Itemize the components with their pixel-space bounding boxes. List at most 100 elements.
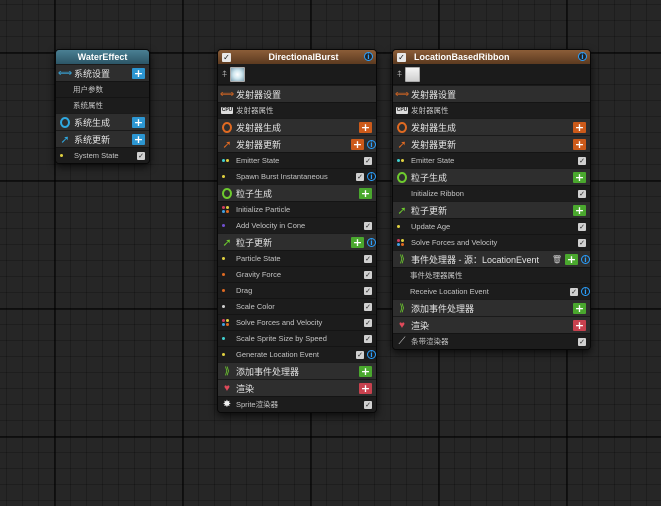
scale-color-row[interactable]: Scale Color ✓ <box>218 298 376 314</box>
ribbon-renderer-row[interactable]: ⟋ 条带渲染器 ✓ <box>393 333 590 349</box>
solve-forces-checkbox[interactable]: ✓ <box>578 238 586 247</box>
emitter-state-row[interactable]: Emitter State ✓ <box>218 152 376 168</box>
event-handler-row[interactable]: ⟫ 事件处理器 - 源：LocationEvent 🗑 + i <box>393 250 590 267</box>
emitter-thumbnail[interactable] <box>230 66 246 82</box>
update-age-checkbox[interactable]: ✓ <box>578 222 586 231</box>
add-particle-update-button[interactable]: + <box>573 204 586 216</box>
add-velocity-cone-row[interactable]: Add Velocity in Cone ✓ <box>218 217 376 233</box>
receive-location-event-row[interactable]: Receive Location Event ✓ i <box>393 283 590 299</box>
add-renderer-button[interactable]: + <box>573 319 586 331</box>
solve-forces-checkbox[interactable]: ✓ <box>364 318 372 327</box>
add-event-handler-button[interactable]: + <box>359 365 372 377</box>
emitter-spawn-row[interactable]: 发射器生成 + <box>218 118 376 135</box>
emitter-state-row[interactable]: Emitter State ✓ <box>393 152 590 168</box>
info-icon[interactable]: i <box>578 52 587 61</box>
emitter-spawn-label: 发射器生成 <box>411 122 457 133</box>
add-event-handler-row[interactable]: ⟫ 添加事件处理器 + <box>218 362 376 379</box>
receive-location-event-checkbox[interactable]: ✓ <box>570 287 578 296</box>
emitter-settings-row[interactable]: ⟺ 发射器设置 <box>393 85 590 102</box>
update-age-row[interactable]: Update Age ✓ <box>393 218 590 234</box>
emitter-state-checkbox[interactable]: ✓ <box>364 156 372 165</box>
particle-state-row[interactable]: Particle State ✓ <box>218 250 376 266</box>
emitter-enable-checkbox[interactable]: ✓ <box>222 52 231 62</box>
render-row[interactable]: ♥ 渲染 + <box>393 316 590 333</box>
initialize-ribbon-row[interactable]: Initialize Ribbon ✓ <box>393 185 590 201</box>
generate-location-event-checkbox[interactable]: ✓ <box>356 350 364 359</box>
add-particle-spawn-button[interactable]: + <box>573 171 586 183</box>
drag-checkbox[interactable]: ✓ <box>364 286 372 295</box>
trash-icon[interactable]: 🗑 <box>552 255 562 264</box>
solve-forces-row[interactable]: Solve Forces and Velocity ✓ <box>393 234 590 250</box>
emitter-props-row[interactable]: CPU 发射器属性 <box>393 102 590 118</box>
emitter-props-row[interactable]: CPU 发射器属性 <box>218 102 376 118</box>
add-event-module-button[interactable]: + <box>565 253 578 265</box>
gravity-force-checkbox[interactable]: ✓ <box>364 270 372 279</box>
emitter-node-header[interactable]: ✓ DirectionalBurst i <box>218 50 376 64</box>
pin-icon[interactable]: ⍏ <box>222 69 227 80</box>
emitter-state-checkbox[interactable]: ✓ <box>578 156 586 165</box>
add-system-spawn-button[interactable]: + <box>132 116 145 128</box>
emitter-node-header[interactable]: ✓ LocationBasedRibbon i <box>393 50 590 64</box>
info-icon[interactable]: i <box>367 350 376 359</box>
scale-color-checkbox[interactable]: ✓ <box>364 302 372 311</box>
add-event-handler-row[interactable]: ⟫ 添加事件处理器 + <box>393 299 590 316</box>
user-params-row[interactable]: 用户参数 <box>56 81 149 97</box>
sprite-renderer-checkbox[interactable]: ✓ <box>364 400 372 409</box>
initialize-ribbon-checkbox[interactable]: ✓ <box>578 189 586 198</box>
scale-sprite-row[interactable]: Scale Sprite Size by Speed ✓ <box>218 330 376 346</box>
info-icon[interactable]: i <box>581 287 590 296</box>
add-renderer-button[interactable]: + <box>359 382 372 394</box>
solve-forces-row[interactable]: Solve Forces and Velocity ✓ <box>218 314 376 330</box>
particle-update-row[interactable]: ➚ 粒子更新 + <box>393 201 590 218</box>
event-handler-props-row[interactable]: 事件处理器属性 <box>393 267 590 283</box>
sprite-renderer-row[interactable]: ✸ Sprite渲染器 ✓ <box>218 396 376 412</box>
info-icon[interactable]: i <box>367 237 376 247</box>
spawn-burst-row[interactable]: Spawn Burst Instantaneous ✓ i <box>218 168 376 184</box>
info-icon[interactable]: i <box>367 139 376 149</box>
system-state-checkbox[interactable]: ✓ <box>137 151 145 160</box>
gravity-force-row[interactable]: Gravity Force ✓ <box>218 266 376 282</box>
scale-sprite-checkbox[interactable]: ✓ <box>364 334 372 343</box>
system-node-header[interactable]: WaterEffect <box>56 50 149 64</box>
emitter-spawn-row[interactable]: 发射器生成 + <box>393 118 590 135</box>
add-velocity-cone-checkbox[interactable]: ✓ <box>364 221 372 230</box>
add-particle-spawn-button[interactable]: + <box>359 187 372 199</box>
emitter-update-row[interactable]: ➚ 发射器更新 + <box>393 135 590 152</box>
add-event-handler-button[interactable]: + <box>573 302 586 314</box>
particle-state-checkbox[interactable]: ✓ <box>364 254 372 263</box>
add-system-setting-button[interactable]: + <box>132 67 145 79</box>
particle-update-row[interactable]: ➚ 粒子更新 + i <box>218 233 376 250</box>
system-spawn-row[interactable]: 系统生成 + <box>56 113 149 130</box>
emitter-thumbnail[interactable] <box>405 66 421 82</box>
particle-spawn-row[interactable]: 粒子生成 + <box>218 184 376 201</box>
spawn-burst-checkbox[interactable]: ✓ <box>356 172 364 181</box>
add-emitter-update-button[interactable]: + <box>573 138 586 150</box>
add-particle-update-button[interactable]: + <box>351 236 364 248</box>
initialize-particle-row[interactable]: Initialize Particle <box>218 201 376 217</box>
emitter-update-row[interactable]: ➚ 发射器更新 + i <box>218 135 376 152</box>
system-state-row[interactable]: System State ✓ <box>56 147 149 163</box>
add-system-update-button[interactable]: + <box>132 133 145 145</box>
emitter-state-label: Emitter State <box>411 156 455 165</box>
add-emitter-spawn-button[interactable]: + <box>359 121 372 133</box>
emitter-node-locationbasedribbon[interactable]: ✓ LocationBasedRibbon i ⍏ ⟺ 发射器设置 CPU 发射… <box>392 49 591 350</box>
info-icon[interactable]: i <box>367 172 376 181</box>
emitter-enable-checkbox[interactable]: ✓ <box>397 52 406 62</box>
particle-spawn-row[interactable]: 粒子生成 + <box>393 168 590 185</box>
system-update-row[interactable]: ➚ 系统更新 + <box>56 130 149 147</box>
system-node-watereffect[interactable]: WaterEffect ⟺ 系统设置 + 用户参数 系统属性 系统生成 + ➚ … <box>55 49 150 164</box>
drag-row[interactable]: Drag ✓ <box>218 282 376 298</box>
generate-location-event-row[interactable]: Generate Location Event ✓ i <box>218 346 376 362</box>
emitter-settings-row[interactable]: ⟺ 发射器设置 <box>218 85 376 102</box>
pin-icon[interactable]: ⍏ <box>397 69 402 80</box>
render-row[interactable]: ♥ 渲染 + <box>218 379 376 396</box>
add-emitter-spawn-button[interactable]: + <box>573 121 586 133</box>
system-settings-row[interactable]: ⟺ 系统设置 + <box>56 64 149 81</box>
add-emitter-update-button[interactable]: + <box>351 138 364 150</box>
system-props-row[interactable]: 系统属性 <box>56 97 149 113</box>
arrow-icon: ➚ <box>397 138 407 151</box>
emitter-node-directionalburst[interactable]: ✓ DirectionalBurst i ⍏ ⟺ 发射器设置 CPU 发射器属性… <box>217 49 377 413</box>
ribbon-renderer-checkbox[interactable]: ✓ <box>578 337 586 346</box>
info-icon[interactable]: i <box>581 254 590 264</box>
info-icon[interactable]: i <box>364 52 373 61</box>
